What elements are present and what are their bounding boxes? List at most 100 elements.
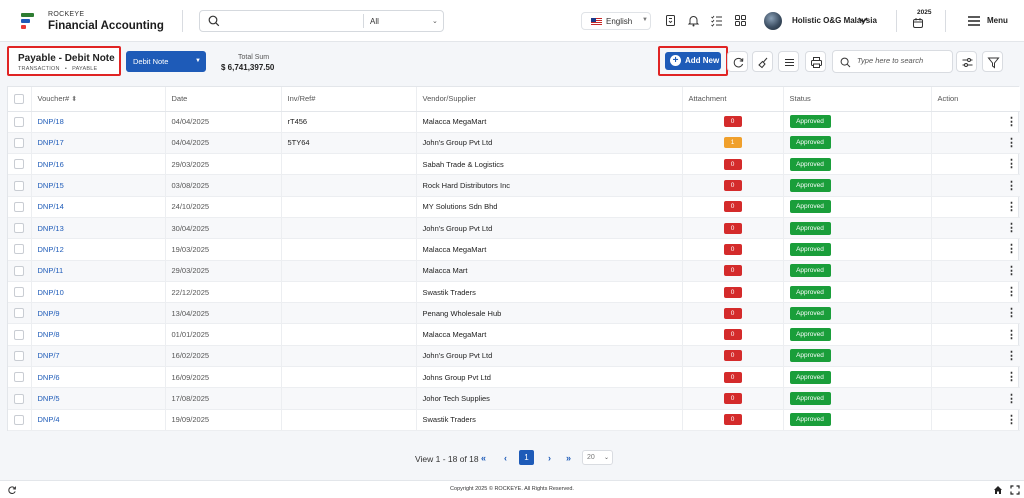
table-row[interactable]: DNP/6 16/09/2025 Johns Group Pvt Ltd 0 Appro… bbox=[8, 366, 1020, 389]
table-row[interactable]: DNP/15 03/08/2025 Rock Hard Distributors I… bbox=[8, 174, 1020, 197]
attachment-count-badge[interactable]: 0 bbox=[723, 286, 742, 298]
row-checkbox[interactable] bbox=[14, 159, 24, 170]
chevron-down-icon[interactable] bbox=[857, 14, 869, 26]
calendar-icon[interactable] bbox=[912, 17, 924, 29]
row-select-cell[interactable] bbox=[8, 217, 32, 240]
row-checkbox[interactable] bbox=[14, 116, 24, 127]
row-checkbox[interactable] bbox=[14, 244, 24, 255]
table-search-input[interactable] bbox=[857, 56, 949, 65]
table-row[interactable]: DNP/14 24/10/2025 MY Solutions Sdn Bhd 0 App… bbox=[8, 196, 1020, 218]
more-actions-icon[interactable]: ⋮ bbox=[1006, 414, 1017, 425]
more-actions-icon[interactable]: ⋮ bbox=[1006, 308, 1017, 319]
column-header-vendor[interactable]: Vendor/Supplier bbox=[416, 87, 683, 112]
filter-button[interactable] bbox=[982, 51, 1003, 72]
attachment-count-badge[interactable]: 0 bbox=[723, 222, 742, 234]
select-all-checkbox[interactable] bbox=[14, 93, 24, 104]
select-all-cell[interactable] bbox=[8, 87, 32, 112]
page-number-current[interactable]: 1 bbox=[519, 450, 534, 465]
voucher-link[interactable]: DNP/13 bbox=[31, 217, 166, 240]
attachment-count-badge[interactable]: 0 bbox=[723, 265, 742, 277]
attachment-count-badge[interactable]: 0 bbox=[723, 393, 742, 404]
attachment-count-badge[interactable]: 1 bbox=[723, 137, 742, 149]
fullscreen-icon[interactable] bbox=[1010, 485, 1020, 495]
table-row[interactable]: DNP/10 22/12/2025 Swastik Traders 0 Approved… bbox=[8, 281, 1020, 304]
row-checkbox[interactable] bbox=[14, 350, 24, 361]
more-actions-icon[interactable]: ⋮ bbox=[1006, 159, 1017, 170]
voucher-link[interactable]: DNP/18 bbox=[31, 111, 166, 133]
next-page-icon[interactable]: › bbox=[548, 453, 551, 463]
table-row[interactable]: DNP/11 29/03/2025 Malacca Mart 0 Approved ⋮ bbox=[8, 260, 1020, 282]
row-select-cell[interactable] bbox=[8, 323, 32, 346]
global-search[interactable]: All ⌄ bbox=[199, 10, 444, 32]
more-actions-icon[interactable]: ⋮ bbox=[1006, 287, 1017, 298]
bell-icon[interactable] bbox=[687, 14, 700, 27]
row-select-cell[interactable] bbox=[8, 111, 32, 133]
apps-grid-icon[interactable] bbox=[734, 14, 747, 27]
voucher-link[interactable]: DNP/11 bbox=[31, 260, 166, 282]
attachment-count-badge[interactable]: 0 bbox=[723, 414, 742, 426]
clear-filter-button[interactable] bbox=[752, 51, 773, 72]
attachment-count-badge[interactable]: 0 bbox=[723, 158, 742, 170]
menu-button[interactable]: Menu bbox=[987, 16, 1008, 25]
table-row[interactable]: DNP/7 16/02/2025 John's Group Pvt Ltd 0 Appr… bbox=[8, 345, 1020, 368]
breadcrumb-item[interactable]: PAYABLE bbox=[72, 66, 97, 72]
more-actions-icon[interactable]: ⋮ bbox=[1006, 137, 1017, 148]
voucher-link[interactable]: DNP/17 bbox=[31, 132, 166, 155]
table-row[interactable]: DNP/5 17/08/2025 Johor Tech Supplies 0 Appro… bbox=[8, 387, 1020, 410]
first-page-icon[interactable]: « bbox=[481, 453, 486, 463]
table-row[interactable]: DNP/17 04/04/2025 5TY64 John's Group Pvt Lt… bbox=[8, 132, 1020, 155]
attachment-count-badge[interactable]: 0 bbox=[723, 180, 742, 192]
row-select-cell[interactable] bbox=[8, 281, 32, 304]
add-new-button[interactable]: + Add New bbox=[665, 52, 721, 70]
voucher-link[interactable]: DNP/5 bbox=[31, 387, 166, 410]
column-header-ref[interactable]: Inv/Ref# bbox=[281, 87, 417, 112]
column-header-date[interactable]: Date bbox=[165, 87, 282, 112]
more-actions-icon[interactable]: ⋮ bbox=[1006, 223, 1017, 234]
table-row[interactable]: DNP/18 04/04/2025 rT456 Malacca MegaMart 0 Ap… bbox=[8, 111, 1020, 133]
row-select-cell[interactable] bbox=[8, 174, 32, 197]
attachment-count-badge[interactable]: 0 bbox=[723, 371, 742, 383]
more-actions-icon[interactable]: ⋮ bbox=[1006, 201, 1017, 212]
row-select-cell[interactable] bbox=[8, 345, 32, 368]
more-actions-icon[interactable]: ⋮ bbox=[1006, 372, 1017, 383]
print-button[interactable] bbox=[805, 51, 826, 72]
row-select-cell[interactable] bbox=[8, 196, 32, 218]
previous-page-icon[interactable]: ‹ bbox=[504, 453, 507, 463]
voucher-link[interactable]: DNP/8 bbox=[31, 323, 166, 346]
row-checkbox[interactable] bbox=[14, 414, 24, 425]
attachment-count-badge[interactable]: 0 bbox=[723, 243, 742, 255]
voucher-link[interactable]: DNP/4 bbox=[31, 409, 166, 431]
attachment-count-badge[interactable]: 0 bbox=[723, 201, 742, 213]
row-select-cell[interactable] bbox=[8, 153, 32, 176]
voucher-link[interactable]: DNP/12 bbox=[31, 238, 166, 261]
attachment-count-badge[interactable]: 0 bbox=[723, 116, 742, 128]
more-actions-icon[interactable]: ⋮ bbox=[1006, 244, 1017, 255]
row-checkbox[interactable] bbox=[14, 329, 24, 340]
row-select-cell[interactable] bbox=[8, 409, 32, 431]
table-row[interactable]: DNP/13 30/04/2025 John's Group Pvt Ltd 0 App… bbox=[8, 217, 1020, 240]
more-actions-icon[interactable]: ⋮ bbox=[1006, 265, 1017, 276]
row-checkbox[interactable] bbox=[14, 223, 24, 234]
table-row[interactable]: DNP/4 19/09/2025 Swastik Traders 0 Approved ⋮ bbox=[8, 409, 1020, 431]
column-header-voucher[interactable]: Voucher# ⬍ bbox=[31, 87, 166, 112]
bookmark-icon[interactable] bbox=[664, 14, 677, 27]
row-checkbox[interactable] bbox=[14, 287, 24, 298]
voucher-link[interactable]: DNP/6 bbox=[31, 366, 166, 389]
row-select-cell[interactable] bbox=[8, 260, 32, 282]
row-select-cell[interactable] bbox=[8, 302, 32, 325]
more-actions-icon[interactable]: ⋮ bbox=[1006, 329, 1017, 340]
row-select-cell[interactable] bbox=[8, 132, 32, 155]
language-select[interactable]: English ▼ bbox=[581, 12, 651, 30]
row-checkbox[interactable] bbox=[14, 201, 24, 212]
more-actions-icon[interactable]: ⋮ bbox=[1006, 350, 1017, 361]
page-size-select[interactable]: 20 ⌄ bbox=[582, 450, 613, 465]
table-search[interactable] bbox=[832, 50, 953, 73]
refresh-button[interactable] bbox=[727, 51, 748, 72]
more-actions-icon[interactable]: ⋮ bbox=[1006, 393, 1017, 404]
row-checkbox[interactable] bbox=[14, 308, 24, 319]
attachment-count-badge[interactable]: 0 bbox=[723, 350, 742, 362]
voucher-link[interactable]: DNP/9 bbox=[31, 302, 166, 325]
voucher-link[interactable]: DNP/16 bbox=[31, 153, 166, 176]
table-row[interactable]: DNP/9 13/04/2025 Penang Wholesale Hub 0 Appr… bbox=[8, 302, 1020, 325]
voucher-link[interactable]: DNP/14 bbox=[31, 196, 166, 218]
